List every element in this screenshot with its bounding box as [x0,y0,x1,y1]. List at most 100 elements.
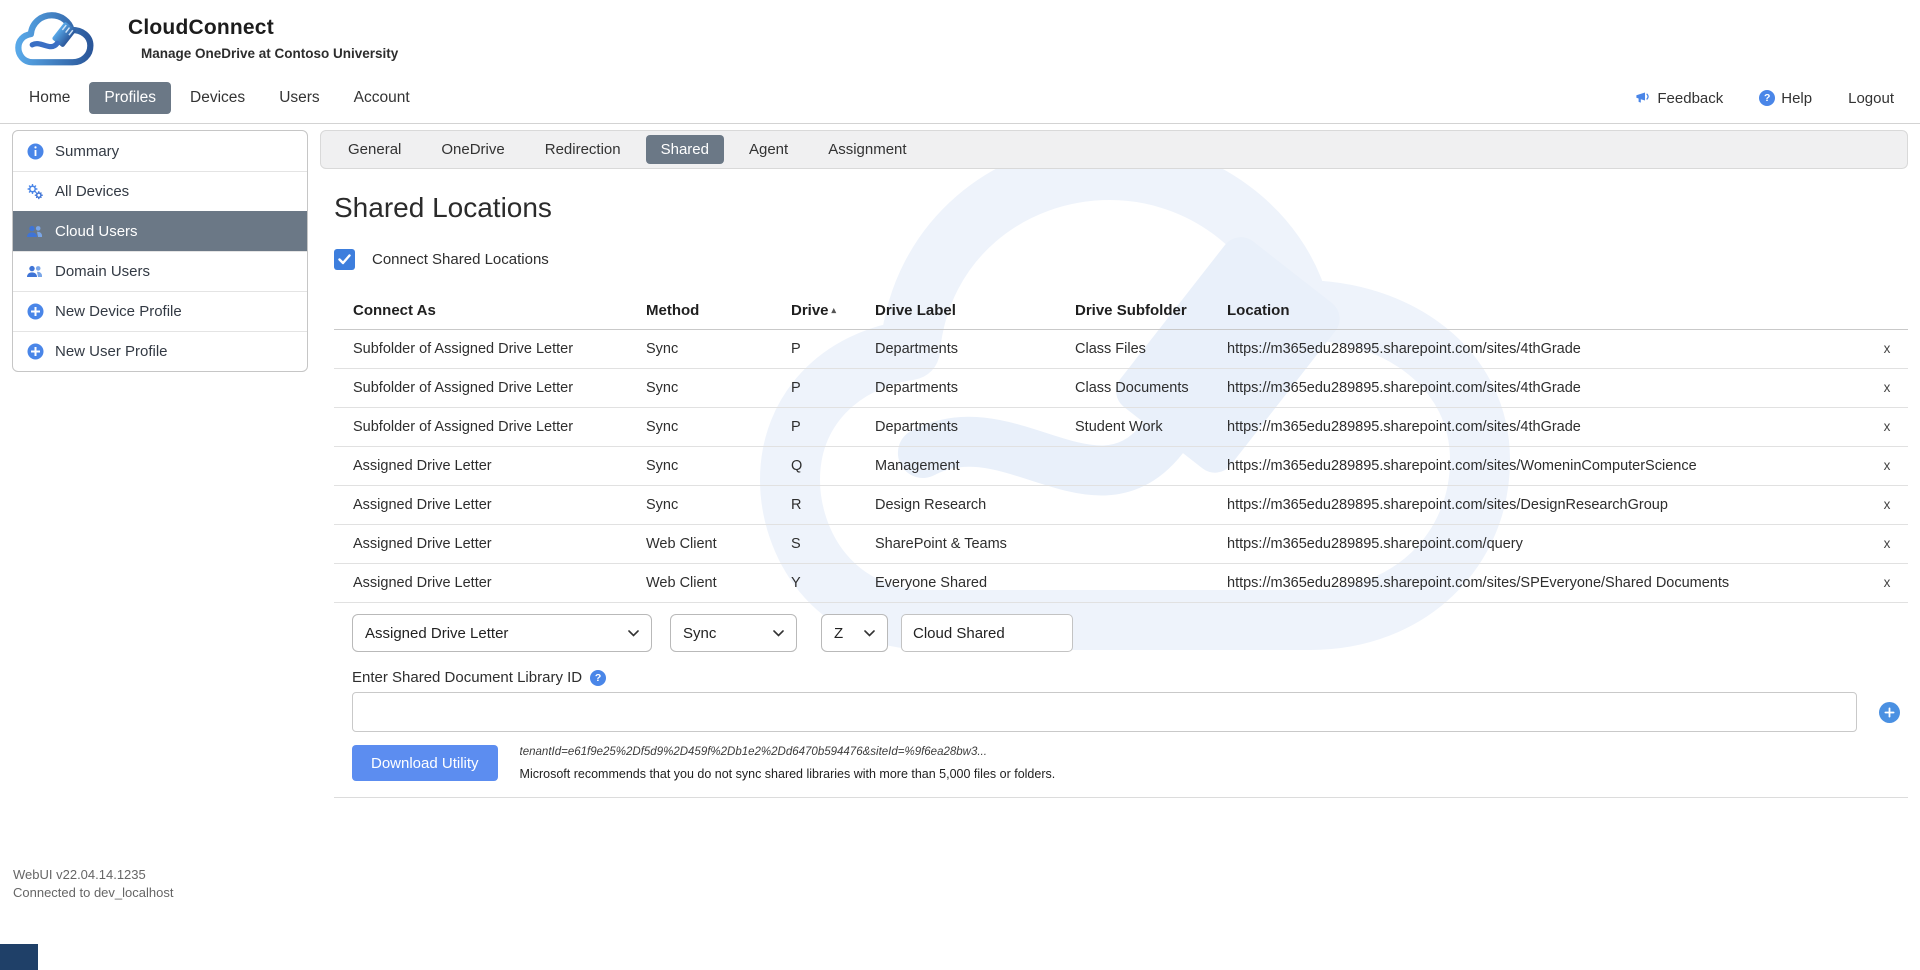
feedback-link[interactable]: Feedback [1635,90,1723,107]
remove-row-button[interactable]: x [1879,378,1896,397]
column-remove [1866,294,1908,330]
tab-redirection[interactable]: Redirection [530,135,636,164]
remove-row-button[interactable]: x [1879,417,1896,436]
library-id-label: Enter Shared Document Library ID [352,669,582,686]
page-title: Shared Locations [334,192,1908,224]
table-row: Assigned Drive Letter Sync R Design Rese… [334,486,1908,525]
table-header-row: Connect As Method Drive▴ Drive Label Dri… [334,294,1908,330]
app-title: CloudConnect [128,16,398,40]
cell-drive-label: Departments [875,369,1075,408]
profile-detail-panel: General OneDrive Redirection Shared Agen… [320,130,1908,798]
column-drive[interactable]: Drive▴ [791,294,875,330]
remove-row-button[interactable]: x [1879,456,1896,475]
help-icon: ? [1759,90,1775,106]
help-icon[interactable]: ? [590,670,606,686]
column-connect-as: Connect As [334,294,646,330]
tab-general[interactable]: General [333,135,416,164]
cell-location: https://m365edu289895.sharepoint.com/sit… [1227,486,1866,525]
download-utility-button[interactable]: Download Utility [352,745,498,781]
cell-connect-as: Assigned Drive Letter [334,447,646,486]
sidebar-item-domain-users[interactable]: Domain Users [13,251,307,291]
table-row: Subfolder of Assigned Drive Letter Sync … [334,330,1908,369]
cell-drive: Y [791,564,875,603]
library-id-input[interactable] [352,692,1857,732]
method-select[interactable]: Sync [670,614,797,652]
remove-row-button[interactable]: x [1879,495,1896,514]
footer-corner-decoration [0,944,38,970]
sidebar-item-summary[interactable]: Summary [13,131,307,171]
nav-item-devices[interactable]: Devices [175,82,260,114]
nav-item-profiles[interactable]: Profiles [89,82,171,114]
table-row: Assigned Drive Letter Web Client Y Every… [334,564,1908,603]
shared-locations-table: Connect As Method Drive▴ Drive Label Dri… [334,294,1908,603]
cell-drive-label: Everyone Shared [875,564,1075,603]
cell-drive-label: Design Research [875,486,1075,525]
primary-nav: Home Profiles Devices Users Account [14,82,425,114]
connection-status: Connected to dev_localhost [13,884,173,902]
remove-row-button[interactable]: x [1879,573,1896,592]
logout-link[interactable]: Logout [1848,90,1894,107]
help-link[interactable]: ? Help [1759,90,1812,107]
cell-connect-as: Subfolder of Assigned Drive Letter [334,369,646,408]
info-icon [26,143,44,160]
cell-method: Sync [646,447,791,486]
table-row: Assigned Drive Letter Web Client S Share… [334,525,1908,564]
cell-location: https://m365edu289895.sharepoint.com/sit… [1227,408,1866,447]
sidebar-item-cloud-users[interactable]: Cloud Users [13,211,307,251]
nav-item-users[interactable]: Users [264,82,334,114]
section-divider [334,797,1908,798]
cell-drive: Q [791,447,875,486]
cell-method: Sync [646,408,791,447]
table-row: Subfolder of Assigned Drive Letter Sync … [334,369,1908,408]
cell-connect-as: Subfolder of Assigned Drive Letter [334,330,646,369]
cell-drive-label: Management [875,447,1075,486]
tab-assignment[interactable]: Assignment [813,135,921,164]
sidebar-item-new-device-profile[interactable]: New Device Profile [13,291,307,331]
cell-method: Sync [646,330,791,369]
cell-location: https://m365edu289895.sharepoint.com/sit… [1227,447,1866,486]
connect-as-select[interactable]: Assigned Drive Letter [352,614,652,652]
drive-label-input[interactable] [901,614,1073,652]
cell-location: https://m365edu289895.sharepoint.com/sit… [1227,369,1866,408]
connect-shared-locations-label: Connect Shared Locations [372,251,549,268]
column-method: Method [646,294,791,330]
connect-shared-locations-checkbox[interactable] [334,249,355,270]
megaphone-icon [1635,91,1651,105]
tab-shared[interactable]: Shared [646,135,724,164]
profiles-sidebar: Summary [12,130,308,372]
cell-location: https://m365edu289895.sharepoint.com/sit… [1227,330,1866,369]
cell-drive: S [791,525,875,564]
cell-location: https://m365edu289895.sharepoint.com/que… [1227,525,1866,564]
table-row: Assigned Drive Letter Sync Q Management … [334,447,1908,486]
profile-tabs: General OneDrive Redirection Shared Agen… [320,130,1908,169]
plus-circle-icon [26,303,44,320]
cell-drive-subfolder: Student Work [1075,408,1227,447]
remove-row-button[interactable]: x [1879,339,1896,358]
column-location: Location [1227,294,1866,330]
cell-drive: P [791,408,875,447]
cloudconnect-logo-icon [12,8,104,80]
users-icon [26,225,44,238]
users-icon [26,265,44,278]
drive-letter-select[interactable]: Z [821,614,888,652]
gears-icon [26,184,44,200]
add-location-button[interactable] [1879,702,1900,723]
cell-connect-as: Assigned Drive Letter [334,525,646,564]
app-header: CloudConnect Manage OneDrive at Contoso … [0,0,1920,124]
sidebar-item-all-devices[interactable]: All Devices [13,171,307,211]
cell-drive-label: SharePoint & Teams [875,525,1075,564]
nav-item-home[interactable]: Home [14,82,85,114]
cell-location: https://m365edu289895.sharepoint.com/sit… [1227,564,1866,603]
sidebar-item-new-user-profile[interactable]: New User Profile [13,331,307,371]
chevron-down-icon [773,630,784,637]
tab-agent[interactable]: Agent [734,135,803,164]
cell-method: Web Client [646,525,791,564]
remove-row-button[interactable]: x [1879,534,1896,553]
app-tagline: Manage OneDrive at Contoso University [141,46,398,61]
nav-item-account[interactable]: Account [339,82,425,114]
tab-onedrive[interactable]: OneDrive [426,135,519,164]
cell-drive-subfolder [1075,564,1227,603]
cell-drive-label: Departments [875,330,1075,369]
cell-drive-subfolder: Class Documents [1075,369,1227,408]
cell-method: Sync [646,369,791,408]
